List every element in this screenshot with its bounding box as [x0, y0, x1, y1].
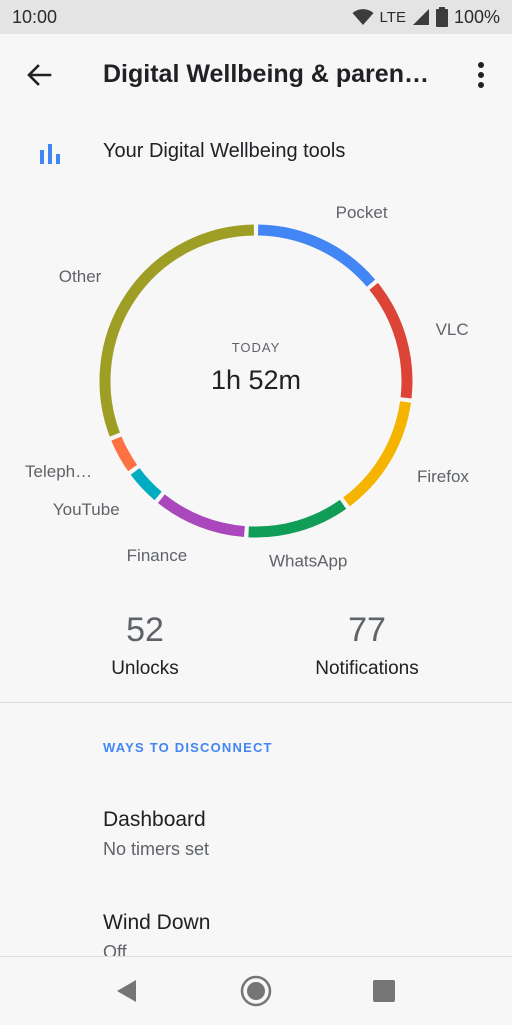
- chart-segment-8[interactable]: [99, 224, 254, 437]
- chart-center-value: 1h 52m: [211, 365, 301, 395]
- notifications-label: Notifications: [315, 658, 419, 679]
- wifi-icon: [352, 8, 374, 26]
- chart-label-8: Other: [59, 267, 102, 286]
- usage-chart[interactable]: Pocket VLC Firefox WhatsApp Finance YouTube Te…: [0, 200, 512, 570]
- battery-icon: [435, 7, 448, 27]
- status-icons: LTE 100%: [352, 7, 500, 28]
- chart-label-2: VLC: [436, 320, 469, 339]
- notifications-stat: 77 Notifications: [267, 610, 467, 680]
- more-vert-icon[interactable]: [466, 58, 496, 92]
- chart-label-6: YouTube: [53, 500, 120, 519]
- battery-level: 100%: [453, 6, 500, 27]
- dashboard-title: Dashboard: [103, 808, 206, 831]
- chart-segment-3[interactable]: [343, 401, 411, 507]
- chart-label-5: Finance: [127, 546, 187, 565]
- tools-label: Your Digital Wellbeing tools: [103, 140, 346, 162]
- network-type: LTE: [379, 8, 406, 26]
- divider: [0, 702, 512, 703]
- status-bar: 10:00 LTE 100%: [0, 0, 512, 34]
- tools-header[interactable]: Your Digital Wellbeing tools: [0, 128, 512, 178]
- chart-label-4: WhatsApp: [269, 552, 347, 570]
- chart-center-label: TODAY: [232, 340, 281, 355]
- nav-home-icon[interactable]: [240, 975, 272, 1007]
- status-time: 10:00: [12, 6, 58, 27]
- navigation-bar: [0, 956, 512, 1025]
- unlocks-value: 52: [126, 611, 164, 649]
- chart-label-3: Firefox: [417, 467, 469, 486]
- dashboard-item[interactable]: Dashboard No timers set: [103, 806, 483, 862]
- chart-label-1: Pocket: [336, 203, 388, 222]
- chart-segment-5[interactable]: [157, 494, 245, 538]
- page-title: Digital Wellbeing & paren…: [103, 60, 429, 88]
- usage-donut[interactable]: Pocket VLC Firefox WhatsApp Finance YouTube Te…: [0, 200, 512, 570]
- nav-back-icon[interactable]: [112, 975, 144, 1007]
- section-header: WAYS TO DISCONNECT: [103, 740, 273, 755]
- nav-recents-icon[interactable]: [368, 975, 400, 1007]
- chart-segment-1[interactable]: [257, 224, 376, 287]
- notifications-value: 77: [348, 611, 386, 649]
- dashboard-subtitle: No timers set: [103, 839, 210, 859]
- app-bar: Digital Wellbeing & paren…: [0, 34, 512, 114]
- unlocks-stat: 52 Unlocks: [45, 610, 245, 680]
- signal-icon: [412, 8, 430, 26]
- chart-segment-4[interactable]: [248, 499, 347, 538]
- chart-label-7: Teleph…: [25, 462, 92, 481]
- chart-segment-7[interactable]: [111, 436, 138, 472]
- bar-chart-icon: [38, 144, 62, 169]
- chart-segment-2[interactable]: [369, 282, 413, 399]
- unlocks-label: Unlocks: [111, 658, 179, 679]
- arrow-back-icon[interactable]: [22, 58, 56, 92]
- wind-down-title: Wind Down: [103, 911, 211, 934]
- chart-segment-6[interactable]: [130, 468, 162, 501]
